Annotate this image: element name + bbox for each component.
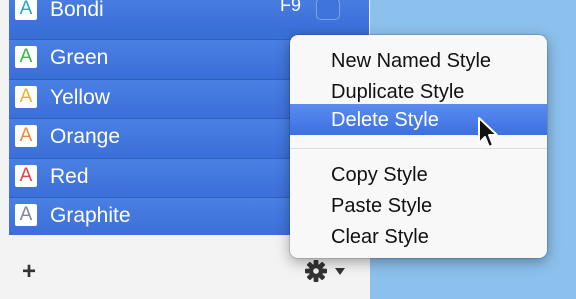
- style-name: Bondi: [50, 0, 104, 21]
- menu-item-clear-style[interactable]: Clear Style: [290, 221, 547, 252]
- style-badge: A: [15, 125, 37, 147]
- gear-icon: [305, 260, 345, 282]
- list-item-bondi[interactable]: A Bondi F9: [9, 0, 369, 29]
- menu-separator: [290, 148, 547, 149]
- context-menu: New Named Style Duplicate Style Delete S…: [290, 35, 547, 258]
- menu-item-new-named-style[interactable]: New Named Style: [290, 45, 547, 76]
- gear-menu-button[interactable]: [304, 258, 349, 284]
- style-badge: A: [15, 0, 37, 20]
- mouse-cursor-icon: [478, 117, 498, 148]
- style-name: Orange: [50, 125, 121, 148]
- menu-item-duplicate-style[interactable]: Duplicate Style: [290, 76, 547, 107]
- style-badge: A: [15, 86, 37, 108]
- menu-item-paste-style[interactable]: Paste Style: [290, 190, 547, 221]
- add-style-button[interactable]: +: [22, 258, 36, 286]
- style-name: Red: [50, 165, 89, 188]
- menu-item-copy-style[interactable]: Copy Style: [290, 159, 547, 190]
- style-badge: A: [15, 46, 37, 68]
- triangle-down-icon: [335, 268, 345, 275]
- style-name: Yellow: [50, 86, 110, 109]
- style-checkbox[interactable]: [316, 0, 340, 20]
- style-badge: A: [15, 165, 37, 187]
- shortcut-label: F9: [280, 0, 302, 15]
- menu-item-delete-style[interactable]: Delete Style: [290, 104, 547, 135]
- style-name: Green: [50, 46, 109, 69]
- style-badge: A: [15, 204, 37, 226]
- style-name: Graphite: [50, 204, 131, 227]
